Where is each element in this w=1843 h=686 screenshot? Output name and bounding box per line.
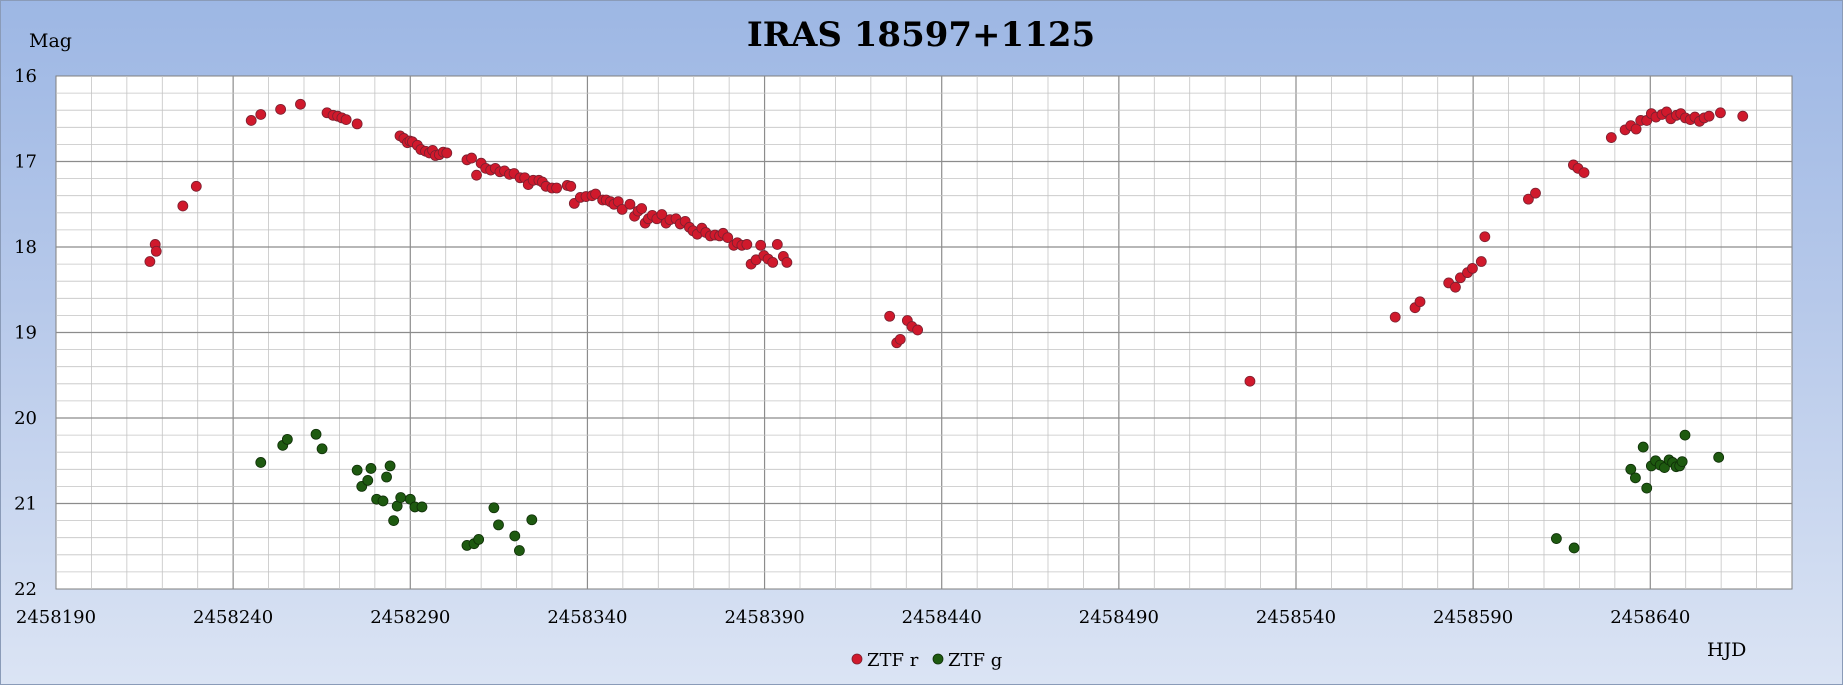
point-ztf-r bbox=[1450, 281, 1461, 293]
point-ztf-g bbox=[316, 443, 328, 455]
point-ztf-r bbox=[565, 180, 577, 192]
point-ztf-r bbox=[1605, 132, 1617, 143]
point-ztf-r bbox=[767, 256, 779, 268]
x-tick-label: 2458540 bbox=[1256, 607, 1336, 628]
point-ztf-g bbox=[1630, 472, 1641, 484]
point-ztf-r bbox=[295, 98, 306, 110]
chart-title: IRAS 18597+1125 bbox=[747, 15, 1095, 55]
x-tick-label: 2458340 bbox=[547, 607, 627, 628]
x-axis-label: HJD bbox=[1707, 639, 1746, 661]
point-ztf-r bbox=[1578, 167, 1590, 179]
point-ztf-g bbox=[281, 433, 293, 445]
point-ztf-r bbox=[781, 256, 793, 268]
point-ztf-r bbox=[912, 324, 924, 336]
point-ztf-g bbox=[255, 457, 267, 468]
y-tick-label: 22 bbox=[14, 579, 37, 600]
point-ztf-g bbox=[1568, 542, 1580, 554]
point-ztf-r bbox=[624, 198, 636, 210]
point-ztf-r bbox=[1703, 110, 1715, 122]
y-tick-label: 17 bbox=[14, 152, 37, 173]
point-ztf-g bbox=[351, 464, 363, 476]
point-ztf-r bbox=[275, 103, 287, 115]
point-ztf-g bbox=[362, 475, 374, 486]
point-ztf-g bbox=[1679, 429, 1691, 441]
point-ztf-r bbox=[894, 333, 906, 345]
point-ztf-g bbox=[365, 463, 377, 474]
legend-marker-ztf-g bbox=[932, 653, 944, 665]
point-ztf-r bbox=[441, 147, 453, 159]
point-ztf-r bbox=[1737, 110, 1749, 122]
legend-label-ztf-g: ZTF g bbox=[948, 650, 1002, 671]
x-tick-label: 2458440 bbox=[902, 607, 982, 628]
x-tick-label: 2458240 bbox=[193, 607, 273, 628]
point-ztf-g bbox=[473, 534, 485, 545]
point-ztf-g bbox=[377, 495, 389, 507]
point-ztf-r bbox=[245, 115, 257, 126]
y-axis-label: Mag bbox=[29, 30, 72, 52]
point-ztf-r bbox=[150, 245, 162, 257]
point-ztf-g bbox=[509, 530, 521, 542]
point-ztf-r bbox=[741, 239, 753, 250]
light-curve-chart: IRAS 18597+1125 Mag HJD 16 17 18 19 20 21 22 2… bbox=[14, 15, 1793, 671]
x-tick-label: 2458290 bbox=[370, 607, 450, 628]
y-tick-label: 19 bbox=[14, 323, 37, 344]
legend: ZTF r ZTF g bbox=[851, 650, 1002, 671]
point-ztf-g bbox=[514, 545, 525, 556]
point-ztf-r bbox=[884, 310, 896, 322]
point-ztf-r bbox=[466, 152, 477, 164]
point-ztf-g bbox=[1637, 441, 1649, 453]
point-ztf-g bbox=[1676, 456, 1688, 468]
point-ztf-r bbox=[471, 169, 482, 181]
point-ztf-g bbox=[381, 471, 392, 483]
point-ztf-g bbox=[310, 428, 322, 440]
point-ztf-r bbox=[1414, 296, 1426, 308]
point-ztf-r bbox=[1467, 262, 1478, 274]
point-ztf-r bbox=[1389, 311, 1401, 323]
point-ztf-g bbox=[1713, 451, 1725, 463]
point-ztf-g bbox=[416, 501, 428, 513]
x-tick-labels: 2458190 2458240 2458290 2458340 2458390 24584… bbox=[16, 607, 1690, 628]
x-tick-label: 2458390 bbox=[724, 607, 804, 628]
point-ztf-r bbox=[190, 180, 202, 192]
y-tick-labels: 16 17 18 19 20 21 22 bbox=[14, 66, 37, 600]
point-ztf-g bbox=[388, 515, 400, 526]
y-tick-label: 21 bbox=[14, 494, 37, 515]
x-tick-label: 2458590 bbox=[1433, 607, 1513, 628]
point-ztf-r bbox=[636, 203, 648, 214]
point-ztf-g bbox=[526, 514, 538, 526]
y-tick-label: 20 bbox=[14, 408, 37, 429]
point-ztf-g bbox=[1641, 482, 1653, 494]
legend-label-ztf-r: ZTF r bbox=[867, 650, 919, 671]
point-ztf-r bbox=[144, 256, 156, 267]
y-tick-label: 16 bbox=[14, 66, 37, 87]
point-ztf-g bbox=[1551, 533, 1562, 544]
point-ztf-r bbox=[340, 114, 352, 126]
point-ztf-g bbox=[384, 460, 396, 472]
point-ztf-r bbox=[255, 109, 267, 120]
point-ztf-r bbox=[1475, 256, 1487, 267]
x-tick-label: 2458190 bbox=[16, 607, 96, 628]
point-ztf-r bbox=[551, 182, 563, 194]
point-ztf-r bbox=[755, 239, 767, 251]
chart-frame: IRAS 18597+1125 Mag HJD 16 17 18 19 20 21 22 2… bbox=[0, 0, 1843, 685]
point-ztf-g bbox=[395, 492, 407, 503]
point-ztf-r bbox=[1479, 231, 1491, 243]
point-ztf-r bbox=[771, 239, 783, 250]
x-tick-label: 2458490 bbox=[1079, 607, 1159, 628]
point-ztf-r bbox=[1244, 375, 1256, 387]
y-tick-label: 18 bbox=[14, 237, 37, 258]
point-ztf-g bbox=[493, 519, 504, 531]
x-tick-label: 2458640 bbox=[1610, 607, 1690, 628]
point-ztf-r bbox=[1715, 107, 1726, 119]
point-ztf-r bbox=[351, 118, 363, 130]
point-ztf-r bbox=[1530, 187, 1541, 199]
point-ztf-r bbox=[177, 200, 189, 212]
legend-marker-ztf-r bbox=[851, 653, 863, 665]
point-ztf-g bbox=[488, 502, 500, 514]
